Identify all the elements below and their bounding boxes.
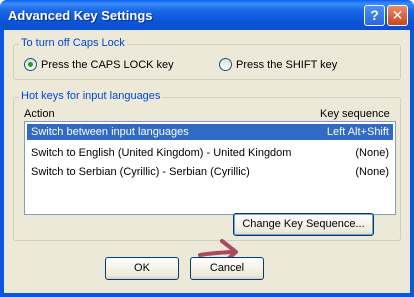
close-button[interactable]: ✕ bbox=[387, 5, 408, 26]
radio-caps-lock-key[interactable]: Press the CAPS LOCK key bbox=[24, 58, 174, 71]
radio-shift-label: Press the SHIFT key bbox=[236, 58, 338, 71]
advanced-key-settings-dialog: Advanced Key Settings ? ✕ To turn off Ca… bbox=[0, 0, 414, 297]
column-header-action: Action bbox=[24, 108, 55, 120]
radio-shift-key[interactable]: Press the SHIFT key bbox=[219, 58, 337, 71]
change-key-sequence-button[interactable]: Change Key Sequence... bbox=[233, 213, 374, 236]
radio-caps-lock-circle[interactable] bbox=[24, 58, 37, 71]
list-item[interactable]: Switch to English (United Kingdom) - Uni… bbox=[27, 145, 393, 161]
row-key-sequence: Left Alt+Shift bbox=[326, 126, 389, 138]
radio-caps-lock-label: Press the CAPS LOCK key bbox=[41, 58, 174, 71]
help-button[interactable]: ? bbox=[364, 5, 385, 26]
row-key-sequence: (None) bbox=[355, 147, 389, 159]
row-key-sequence: (None) bbox=[355, 166, 389, 178]
column-header-key-sequence: Key sequence bbox=[320, 108, 390, 120]
row-action: Switch to Serbian (Cyrillic) - Serbian (… bbox=[31, 166, 250, 178]
list-item[interactable]: Switch between input languages Left Alt+… bbox=[27, 124, 393, 140]
row-action: Switch between input languages bbox=[31, 126, 189, 138]
radio-shift-circle[interactable] bbox=[219, 58, 232, 71]
window-title: Advanced Key Settings bbox=[8, 8, 153, 23]
caps-lock-group: To turn off Caps Lock Press the CAPS LOC… bbox=[13, 37, 401, 80]
row-action: Switch to English (United Kingdom) - Uni… bbox=[31, 147, 292, 159]
cancel-button[interactable]: Cancel bbox=[190, 257, 264, 280]
caps-lock-caption: To turn off Caps Lock bbox=[19, 37, 127, 49]
list-item[interactable]: Switch to Serbian (Cyrillic) - Serbian (… bbox=[27, 164, 393, 180]
hotkeys-caption: Hot keys for input languages bbox=[19, 90, 163, 102]
ok-button[interactable]: OK bbox=[105, 257, 179, 280]
hotkeys-list[interactable]: Switch between input languages Left Alt+… bbox=[24, 121, 396, 215]
dialog-body: To turn off Caps Lock Press the CAPS LOC… bbox=[4, 30, 410, 293]
title-bar[interactable]: Advanced Key Settings ? ✕ bbox=[0, 0, 414, 30]
